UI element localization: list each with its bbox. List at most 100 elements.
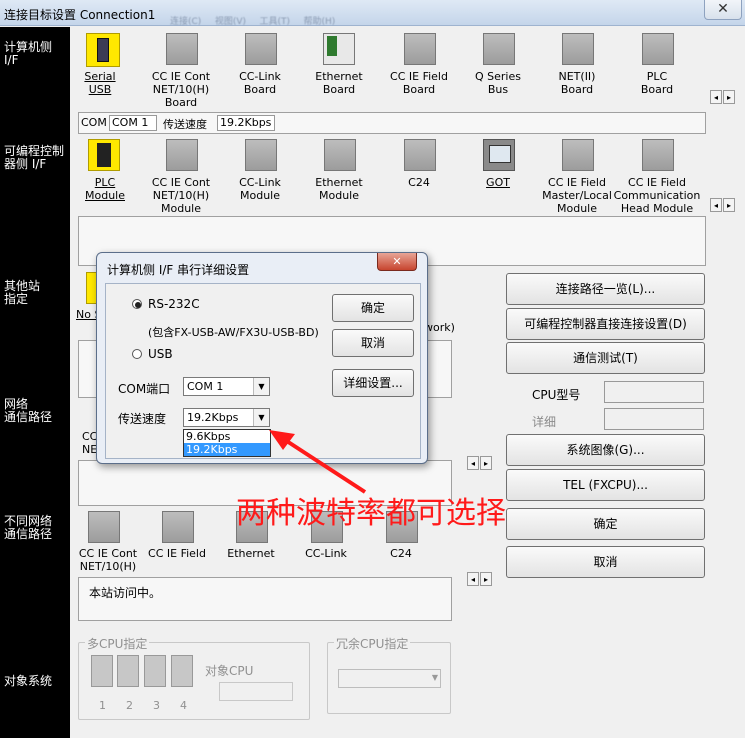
dialog-detail-button[interactable]: 详细设置... (332, 369, 414, 397)
redundant-cpu-select: ▼ (338, 669, 441, 688)
cc-link-board-icon[interactable] (245, 33, 277, 65)
cpu-number: 1 (99, 699, 106, 712)
rs232c-label: RS-232C (148, 297, 200, 311)
target-cpu-label: 对象CPU (205, 664, 254, 678)
status-panel: 本站访问中。 (78, 577, 452, 621)
menu-item[interactable]: 视图(V) (215, 14, 246, 27)
tile-cc-ie-field-board-label: CC IE Field Board (390, 70, 448, 96)
got-icon[interactable] (483, 139, 515, 171)
left-arrow-icon: ◂ (713, 201, 718, 210)
q-series-bus-icon[interactable] (483, 33, 515, 65)
cc-ie-field-board-icon[interactable] (404, 33, 436, 65)
tile-serial-usb[interactable] (86, 33, 120, 67)
diff-cc-link-label: CC-Link (305, 547, 347, 560)
menu-item[interactable]: 工具(T) (260, 14, 291, 27)
serial-port-icon (86, 33, 120, 67)
com-label: COM (81, 116, 107, 129)
redundant-cpu-legend: 冗余CPU指定 (334, 635, 411, 652)
scroll-right-button[interactable]: ▸ (480, 456, 492, 470)
tile-plc-module-label[interactable]: PLC Module (65, 176, 145, 202)
scroll-left-button[interactable]: ◂ (467, 572, 479, 586)
comm-test-button[interactable]: 通信测试(T) (506, 342, 705, 374)
plc-direct-connect-button[interactable]: 可编程控制器直接连接设置(D) (506, 308, 705, 340)
com-port-label: COM端口 (118, 382, 171, 396)
menu-bar: 连接(C) 视图(V) 工具(T) 帮助(H) (160, 14, 745, 28)
system-image-button[interactable]: 系统图像(G)... (506, 434, 705, 466)
cpu-slot-4 (171, 655, 193, 687)
dialog-cancel-button[interactable]: 取消 (332, 329, 414, 357)
tel-fxcpu-button[interactable]: TEL (FXCPU)... (506, 469, 705, 501)
speed-value: 19.2Kbps (187, 411, 239, 424)
scroll-right-button[interactable]: ▸ (723, 198, 735, 212)
speed-value: 19.2Kbps (217, 115, 275, 131)
tile-cc-ie-cont-module-label: CC IE Cont NET/10(H) Module (151, 176, 211, 215)
net-ii-board-icon[interactable] (562, 33, 594, 65)
tile-cc-ie-cont-board-label: CC IE Cont NET/10(H) Board (151, 70, 211, 109)
scroll-right-button[interactable]: ▸ (480, 572, 492, 586)
chevron-down-icon: ▼ (253, 378, 269, 395)
cc-link-module-icon[interactable] (245, 139, 277, 171)
diff-cc-ie-field-icon[interactable] (162, 511, 194, 543)
com-port-select[interactable]: COM 1 ▼ (183, 377, 270, 396)
scroll-left-button[interactable]: ◂ (467, 456, 479, 470)
diff-cc-ie-field-label: CC IE Field (148, 547, 206, 560)
detail-field (604, 408, 704, 430)
cpu-model-label: CPU型号 (532, 388, 581, 402)
c24-icon[interactable] (404, 139, 436, 171)
tile-net-ii-board-label: NET(II) Board (558, 70, 596, 96)
com-port-value: COM 1 (187, 380, 224, 393)
pc-status-panel: COM COM 1 传送速度 19.2Kbps (78, 112, 706, 134)
scroll-left-button[interactable]: ◂ (710, 198, 722, 212)
right-arrow-icon: ▸ (726, 201, 731, 210)
dialog-ok-button[interactable]: 确定 (332, 294, 414, 322)
tile-got-label[interactable]: GOT (458, 176, 538, 189)
cc-ie-field-master-icon[interactable] (562, 139, 594, 171)
ethernet-module-icon[interactable] (324, 139, 356, 171)
diff-cc-ie-cont-icon[interactable] (88, 511, 120, 543)
ok-button[interactable]: 确定 (506, 508, 705, 540)
cc-ie-field-head-icon[interactable] (642, 139, 674, 171)
com-value: COM 1 (109, 115, 157, 131)
chevron-down-icon: ▼ (431, 673, 438, 682)
left-arrow-icon: ◂ (470, 575, 475, 584)
multi-cpu-legend: 多CPU指定 (85, 635, 150, 652)
tile-serial-usb-label[interactable]: Serial USB (60, 70, 140, 96)
plc-module-icon[interactable] (88, 139, 120, 171)
close-icon: ✕ (392, 255, 402, 268)
sidebar-target-system-label: 对象系统 (4, 674, 53, 688)
multi-cpu-group: 多CPU指定 1 2 3 4 对象CPU (78, 635, 310, 720)
cc-ie-cont-module-icon[interactable] (166, 139, 198, 171)
cpu-slot-3 (144, 655, 166, 687)
dialog-close-button[interactable]: ✕ (377, 253, 417, 271)
cpu-slot-1 (91, 655, 113, 687)
annotation-text: 两种波特率都可选择 (236, 496, 506, 531)
plc-board-icon[interactable] (642, 33, 674, 65)
tile-cc-ie-field-head-label: CC IE Field Communication Head Module (613, 176, 701, 215)
right-arrow-icon: ▸ (483, 459, 488, 468)
sidebar-other-station-label: 其他站 指定 (4, 279, 41, 306)
ethernet-board-icon[interactable] (323, 33, 355, 65)
tile-c24-label: C24 (408, 176, 430, 189)
menu-item[interactable]: 帮助(H) (304, 14, 336, 27)
detail-label: 详细 (532, 415, 557, 429)
diff-ethernet-label: Ethernet (227, 547, 275, 560)
cc-ie-cont-board-icon[interactable] (166, 33, 198, 65)
usb-radio[interactable] (132, 349, 142, 359)
diff-c24-label: C24 (390, 547, 412, 560)
route-list-button[interactable]: 连接路径一览(L)... (506, 273, 705, 305)
sidebar-network-route-label: 网络 通信路径 (4, 397, 53, 424)
tile-plc-board-label: PLC Board (640, 70, 674, 96)
target-cpu-field (219, 682, 293, 701)
cancel-button[interactable]: 取消 (506, 546, 705, 578)
window-title: 连接目标设置 Connection1 (4, 8, 156, 22)
tile-cc-link-module-label: CC-Link Module (239, 176, 281, 202)
scroll-left-button[interactable]: ◂ (710, 90, 722, 104)
window-close-button[interactable]: ✕ (704, 0, 742, 20)
rs232c-note: (包含FX-USB-AW/FX3U-USB-BD) (148, 326, 319, 339)
rs232c-radio[interactable] (132, 299, 142, 309)
usb-label: USB (148, 347, 173, 361)
menu-item[interactable]: 连接(C) (170, 14, 201, 27)
scroll-right-button[interactable]: ▸ (723, 90, 735, 104)
tile-ethernet-board-label: Ethernet Board (315, 70, 363, 96)
right-arrow-icon: ▸ (483, 575, 488, 584)
